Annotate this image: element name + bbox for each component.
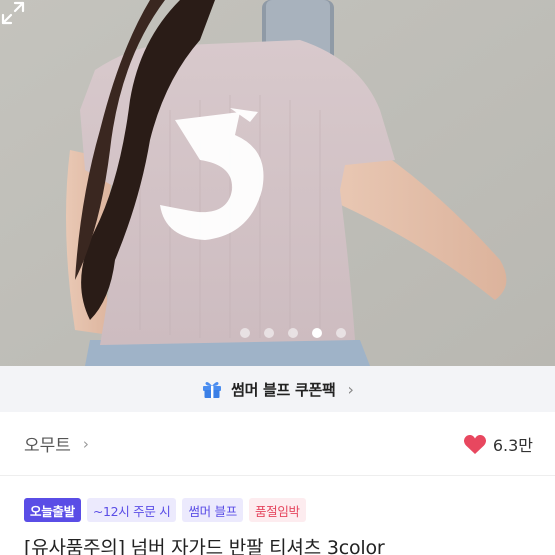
product-image[interactable]	[0, 0, 555, 366]
carousel-dot-active[interactable]	[311, 328, 322, 338]
badge-order-cutoff: ~12시 주문 시	[86, 498, 177, 522]
like-button[interactable]: 6.3만	[463, 432, 533, 456]
shop-link[interactable]: 오무트 ›	[24, 431, 89, 457]
coupon-label: 썸머 블프 쿠폰팩	[231, 380, 336, 399]
badge-list: 오늘출발 ~12시 주문 시 썸머 블프 품절임박	[24, 498, 306, 522]
expand-icon[interactable]	[0, 0, 26, 26]
product-title: [유사품주의] 넘버 자가드 반팔 티셔츠 3color	[24, 537, 385, 555]
chevron-right-icon: ›	[82, 434, 89, 453]
carousel-dot[interactable]	[335, 328, 346, 338]
chevron-right-icon: ›	[347, 379, 354, 399]
carousel-dot[interactable]	[287, 328, 298, 338]
badge-today-ship: 오늘출발	[24, 498, 81, 522]
gift-icon	[203, 382, 222, 398]
carousel-dot[interactable]	[263, 328, 274, 338]
carousel-dots[interactable]	[0, 328, 555, 340]
carousel-dot[interactable]	[239, 328, 250, 338]
shop-name: 오무트	[24, 436, 71, 456]
shop-row: 오무트 › 6.3만	[0, 412, 555, 476]
badge-almost-soldout: 품절임박	[248, 498, 306, 522]
badge-summer-sale: 썸머 블프	[182, 498, 243, 522]
product-photo	[0, 0, 555, 366]
like-count: 6.3만	[492, 435, 533, 455]
coupon-banner[interactable]: 썸머 블프 쿠폰팩 ›	[0, 366, 555, 412]
heart-icon	[463, 434, 486, 454]
